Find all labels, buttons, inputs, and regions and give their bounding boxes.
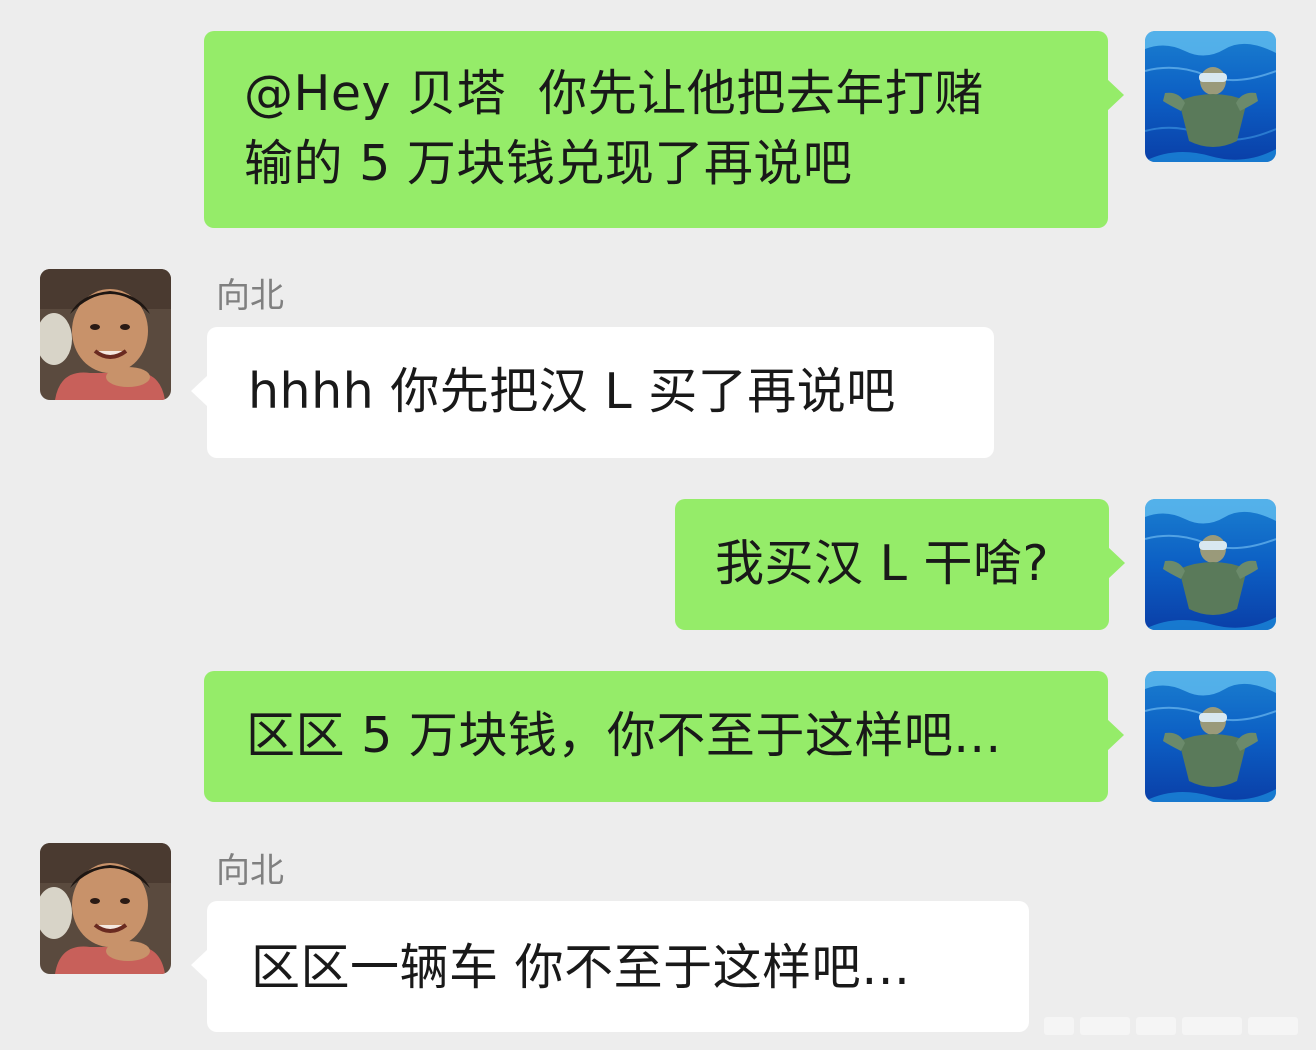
message-bubble-outgoing[interactable]: 我买汉 L 干啥? <box>675 499 1125 630</box>
swimmer-avatar-image <box>1145 671 1276 802</box>
message-text: 区区 5 万块钱，你不至于这样吧... <box>246 707 1002 764</box>
message-text: @Hey 贝塔 你先让他把去年打赌 输的 5 万块钱兑现了再说吧 <box>244 65 984 192</box>
message-text: hhhh 你先把汉 L 买了再说吧 <box>248 363 896 420</box>
my-avatar[interactable] <box>1145 499 1276 630</box>
message-bubble-outgoing[interactable]: 区区 5 万块钱，你不至于这样吧... <box>204 671 1124 802</box>
my-avatar[interactable] <box>1145 671 1276 802</box>
my-avatar[interactable] <box>1145 31 1276 162</box>
sender-name: 向北 <box>216 851 284 891</box>
message-text: 我买汉 L 干啥? <box>715 535 1049 592</box>
boy-avatar-image <box>40 843 171 974</box>
message-bubble-outgoing[interactable]: @Hey 贝塔 你先让他把去年打赌 输的 5 万块钱兑现了再说吧 <box>204 31 1124 228</box>
contact-avatar[interactable] <box>40 269 171 400</box>
message-bubble-incoming[interactable]: hhhh 你先把汉 L 买了再说吧 <box>191 327 994 458</box>
message-bubble-incoming[interactable]: 区区一辆车 你不至于这样吧… <box>191 901 1029 1032</box>
contact-avatar[interactable] <box>40 843 171 974</box>
swimmer-avatar-image <box>1145 499 1276 630</box>
message-text: 区区一辆车 你不至于这样吧… <box>251 939 911 996</box>
watermark <box>1044 1014 1302 1038</box>
boy-avatar-image <box>40 269 171 400</box>
swimmer-avatar-image <box>1145 31 1276 162</box>
sender-name: 向北 <box>216 276 284 316</box>
